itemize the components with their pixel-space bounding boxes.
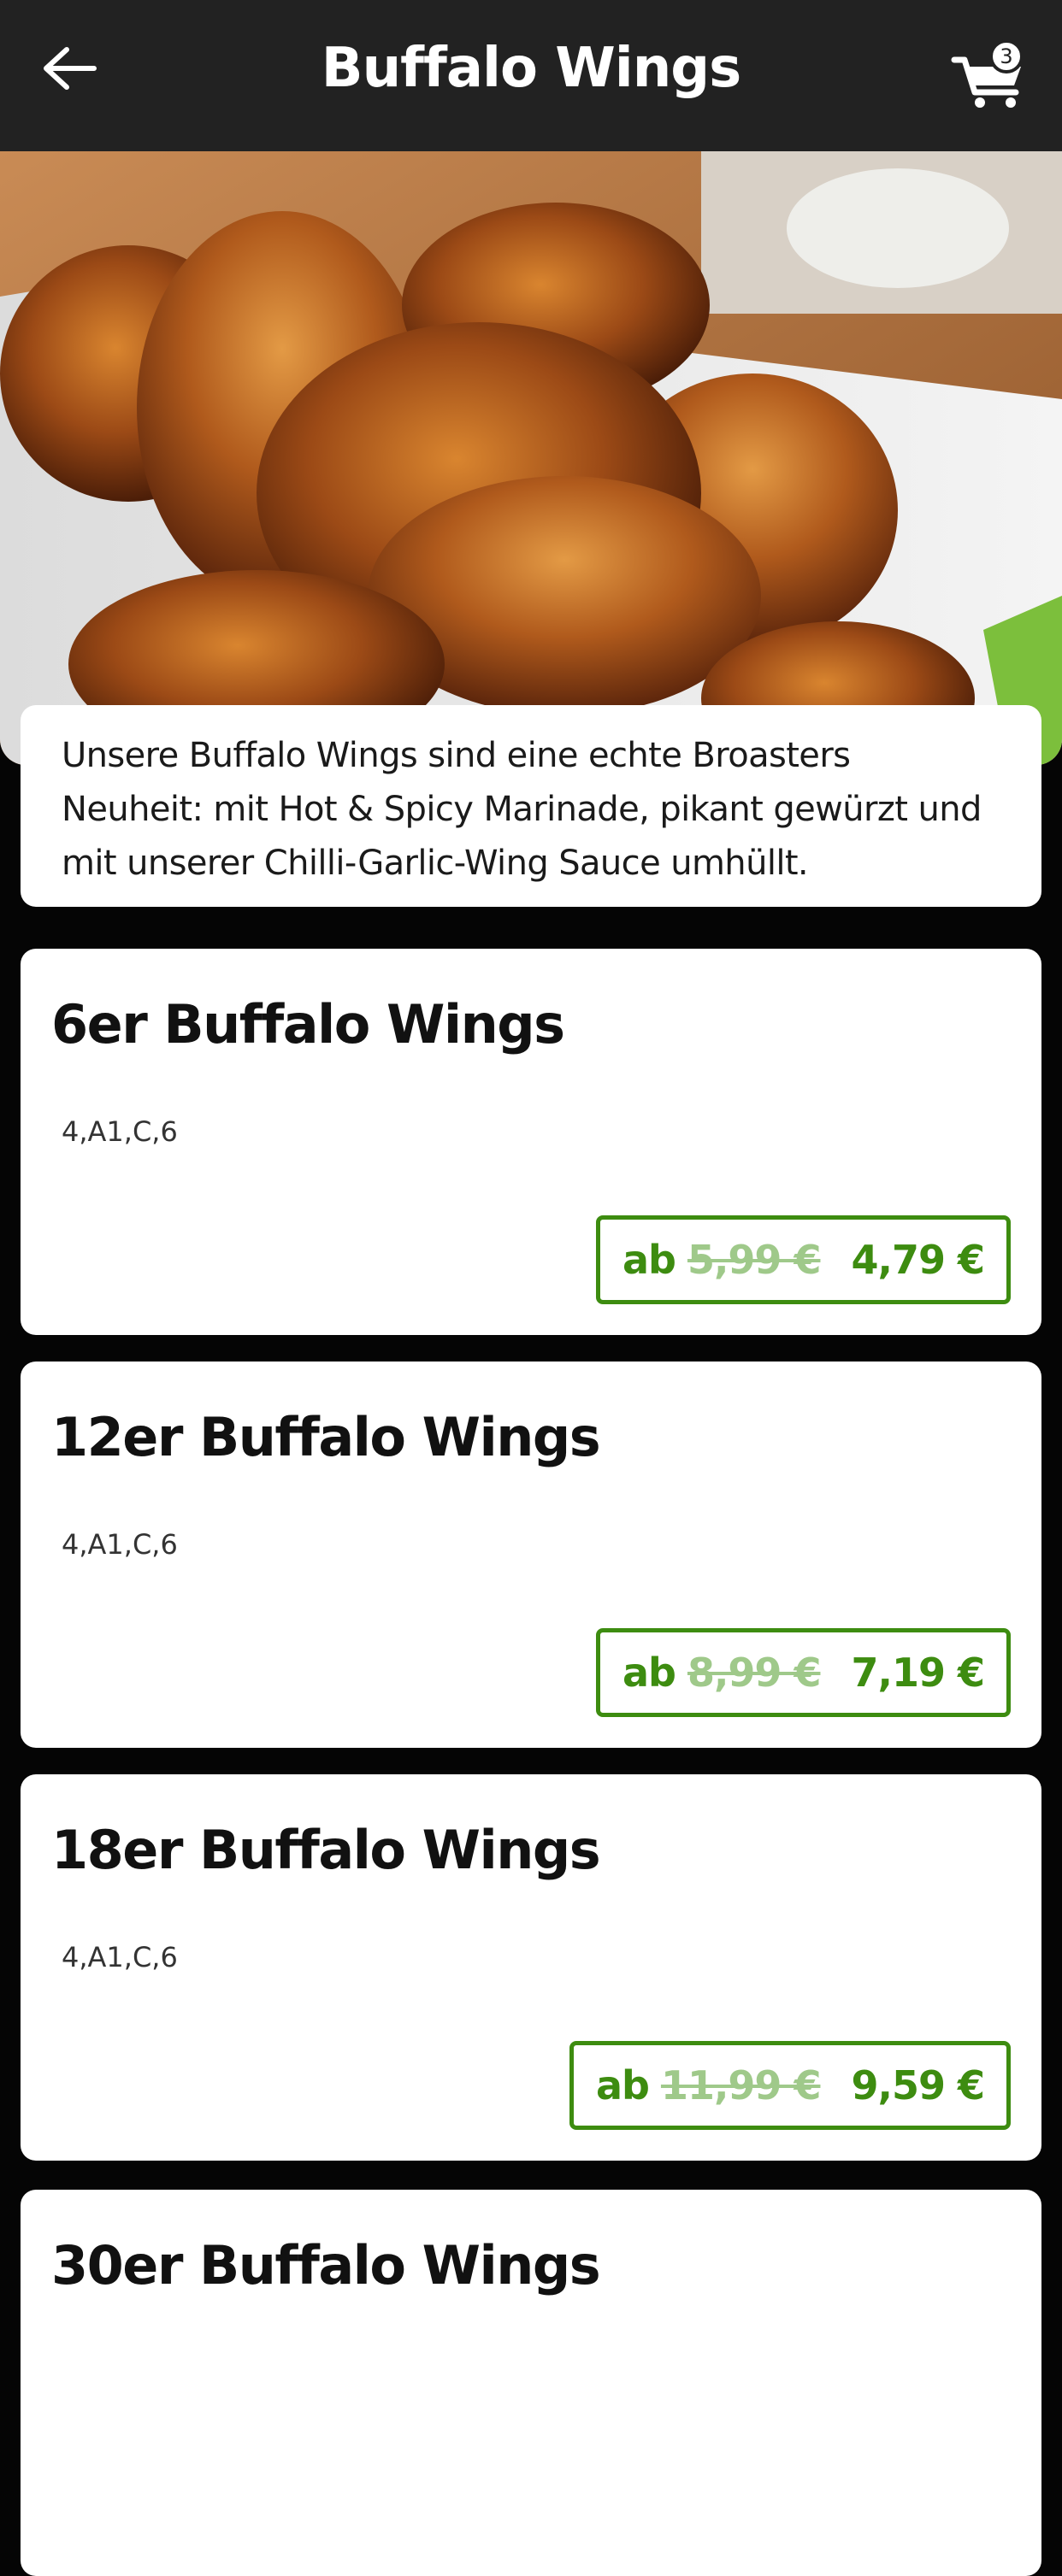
product-card[interactable]: 18er Buffalo Wings 4,A1,C,6 ab 11,99 € 9… — [21, 1774, 1041, 2161]
page-title: Buffalo Wings — [321, 37, 741, 100]
price-button[interactable]: ab 11,99 € 9,59 € — [569, 2041, 1011, 2130]
old-price: 11,99 € — [660, 2062, 822, 2108]
current-price: 4,79 € — [851, 1237, 985, 1283]
old-price: 5,99 € — [687, 1237, 822, 1283]
product-name: 30er Buffalo Wings — [51, 2234, 601, 2297]
current-price: 7,19 € — [851, 1650, 985, 1696]
product-name: 18er Buffalo Wings — [51, 1819, 601, 1881]
category-description-card: Unsere Buffalo Wings sind eine echte Bro… — [21, 705, 1041, 907]
price-button[interactable]: ab 5,99 € 4,79 € — [595, 1215, 1011, 1304]
price-prefix: ab — [622, 1650, 676, 1696]
price-prefix: ab — [622, 1237, 676, 1283]
product-allergens: 4,A1,C,6 — [62, 1941, 178, 1973]
app-header: Buffalo Wings 3 — [0, 0, 1062, 151]
current-price: 9,59 € — [851, 2062, 985, 2108]
category-hero-image — [0, 151, 1062, 765]
cart-button[interactable]: 3 — [949, 34, 1035, 111]
price-prefix: ab — [595, 2062, 650, 2108]
product-allergens: 4,A1,C,6 — [62, 1115, 178, 1148]
cart-count-badge: 3 — [989, 39, 1024, 74]
price-button[interactable]: ab 8,99 € 7,19 € — [595, 1628, 1011, 1717]
old-price: 8,99 € — [687, 1650, 822, 1696]
buffalo-wings-photo — [0, 151, 1062, 765]
product-card[interactable]: 30er Buffalo Wings — [21, 2190, 1041, 2576]
product-card[interactable]: 6er Buffalo Wings 4,A1,C,6 ab 5,99 € 4,7… — [21, 949, 1041, 1335]
product-allergens: 4,A1,C,6 — [62, 1528, 178, 1561]
product-name: 6er Buffalo Wings — [51, 993, 565, 1056]
product-name: 12er Buffalo Wings — [51, 1406, 601, 1468]
category-description: Unsere Buffalo Wings sind eine echte Bro… — [62, 736, 982, 883]
product-card[interactable]: 12er Buffalo Wings 4,A1,C,6 ab 8,99 € 7,… — [21, 1362, 1041, 1748]
